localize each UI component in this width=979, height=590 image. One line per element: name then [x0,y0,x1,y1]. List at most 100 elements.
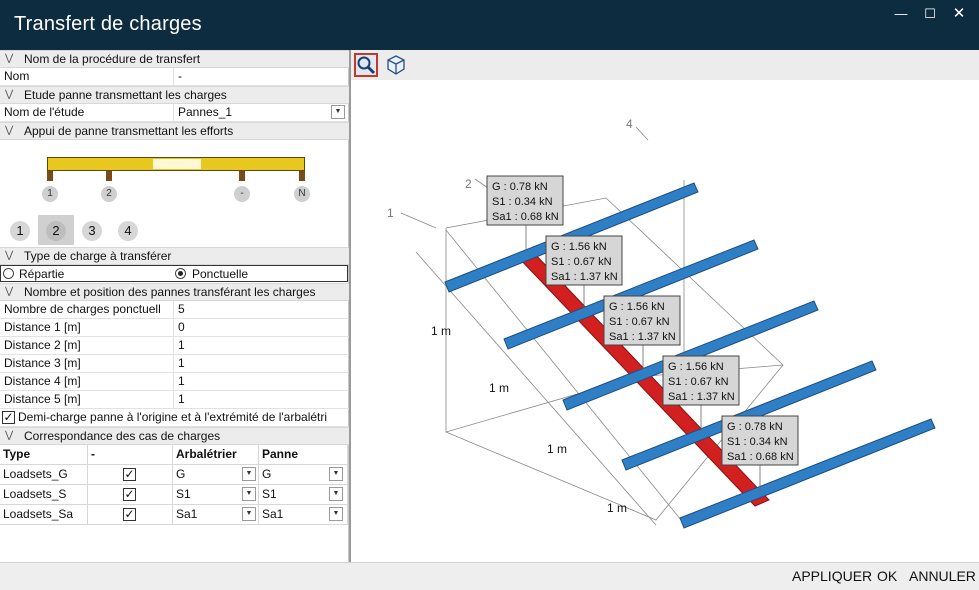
close-icon[interactable]: ✕ [946,4,972,24]
procedure-name-field[interactable]: - [178,68,182,85]
svg-text:Sa1 : 1.37 kN: Sa1 : 1.37 kN [668,391,735,403]
apply-button[interactable]: APPLIQUER [792,568,872,584]
window-title: Transfert de charges [14,13,202,35]
distance-3-field[interactable]: 1 [178,355,185,372]
svg-text:S1 : 0.67 kN: S1 : 0.67 kN [551,256,612,268]
arbaletrier-select[interactable]: S1 [176,487,191,501]
property-row-distance-5: Distance 5 [m] 1 [0,391,349,409]
svg-text:S1 : 0.67 kN: S1 : 0.67 kN [609,316,670,328]
support-marker: - [234,186,250,202]
view-3d-icon[interactable] [385,54,407,76]
property-label: Nom [4,69,30,83]
properties-panel: ⋁ Nom de la procédure de transfert Nom -… [0,50,349,562]
panne-select[interactable]: Sa1 [262,507,283,521]
dropdown-arrow-icon[interactable]: ▼ [329,507,343,521]
radio-label: Répartie [19,267,65,281]
chevron-collapse-icon[interactable]: ⋁ [5,248,13,264]
loadcase-checkbox[interactable]: ✓ [123,508,136,521]
distance-1-field[interactable]: 0 [178,319,185,336]
cancel-button[interactable]: ANNULER [909,568,976,584]
demi-charge-checkbox[interactable]: ✓ [2,411,15,424]
property-row-distance-2: Distance 2 [m] 1 [0,337,349,355]
chevron-collapse-icon[interactable]: ⋁ [5,284,13,300]
support-marker: 1 [42,186,58,202]
section-header-corr[interactable]: ⋁ Correspondance des cas de charges [0,427,349,445]
purlin-beam [679,418,936,529]
support-beam-diagram: 1 2 - N [0,140,349,215]
section-header-nombre[interactable]: ⋁ Nombre et position des pannes transfér… [0,283,349,301]
load-tooltip-5: G : 0.78 kN S1 : 0.34 kN Sa1 : 0.68 kN [721,415,799,466]
support-marker: N [294,186,310,202]
3d-viewport[interactable]: 1 2 4 1 m 1 m 1 m 1 m G : 0.78 kN S1 : 0… [351,80,979,562]
panne-select[interactable]: G [262,467,271,481]
section-title: Nombre et position des pannes transféran… [24,285,316,299]
dropdown-arrow-icon[interactable]: ▼ [331,105,345,119]
load-type-radio-group: Répartie Ponctuelle [0,265,348,282]
svg-text:G : 1.56 kN: G : 1.56 kN [609,301,665,313]
chevron-collapse-icon[interactable]: ⋁ [5,123,13,139]
property-row-nombre: Nombre de charges ponctuell 5 [0,301,349,319]
dialog-footer: APPLIQUER OK ANNULER [0,562,979,590]
minimize-icon[interactable]: — [888,4,914,24]
arbaletrier-select[interactable]: Sa1 [176,507,197,521]
panne-select[interactable]: S1 [262,487,277,501]
demi-charge-row: ✓ Demi-charge panne à l'origine et à l'e… [0,409,349,427]
section-header-type[interactable]: ⋁ Type de charge à transférer [0,247,349,265]
dropdown-arrow-icon[interactable]: ▼ [242,507,256,521]
load-tooltip-3: G : 1.56 kN S1 : 0.67 kN Sa1 : 1.37 kN [603,295,681,346]
svg-text:S1 : 0.67 kN: S1 : 0.67 kN [668,376,729,388]
radio-label: Ponctuelle [192,267,249,281]
distance-5-field[interactable]: 1 [178,391,185,408]
dropdown-arrow-icon[interactable]: ▼ [329,487,343,501]
property-row-distance-3: Distance 3 [m] 1 [0,355,349,373]
title-bar: Transfert de charges — ☐ ✕ [0,0,979,50]
axis-label: 4 [626,117,633,131]
section-title: Etude panne transmettant les charges [24,88,227,102]
support-marker: 2 [101,186,117,202]
arbaletrier-select[interactable]: G [176,467,185,481]
svg-text:Sa1 : 0.68 kN: Sa1 : 0.68 kN [727,451,794,463]
support-tab-3[interactable]: 3 [74,215,110,245]
axis-label: 1 [387,206,394,220]
dimension-label: 1 m [547,442,567,456]
axis-label: 2 [465,177,472,191]
loadcase-table: Type - Arbalétrier Panne Loadsets_G ✓ G ▼… [0,445,349,527]
distance-2-field[interactable]: 1 [178,337,185,354]
property-row-etude: Nom de l'étude Pannes_1 ▼ [0,104,349,122]
dropdown-arrow-icon[interactable]: ▼ [242,487,256,501]
radio-repartie[interactable] [3,268,14,279]
zoom-icon[interactable] [354,53,378,77]
support-tab-2[interactable]: 2 [38,215,74,245]
ok-button[interactable]: OK [877,568,897,584]
dropdown-arrow-icon[interactable]: ▼ [242,467,256,481]
distance-4-field[interactable]: 1 [178,373,185,390]
property-label: Nom de l'étude [4,105,85,119]
structure-drawing: 1 2 4 1 m 1 m 1 m 1 m G : 0.78 kN S1 : 0… [387,117,936,529]
section-header-proc[interactable]: ⋁ Nom de la procédure de transfert [0,50,349,68]
maximize-icon[interactable]: ☐ [917,4,943,24]
section-title: Appui de panne transmettant les efforts [24,124,234,138]
svg-text:Sa1 : 1.37 kN: Sa1 : 1.37 kN [551,271,618,283]
chevron-collapse-icon[interactable]: ⋁ [5,51,13,67]
section-title: Correspondance des cas de charges [24,429,221,443]
viewer-panel: 1 2 4 1 m 1 m 1 m 1 m G : 0.78 kN S1 : 0… [351,50,979,562]
nombre-charges-field[interactable]: 5 [178,301,185,318]
etude-select[interactable]: Pannes_1 [178,104,232,121]
radio-ponctuelle[interactable] [175,268,186,279]
chevron-collapse-icon[interactable]: ⋁ [5,428,13,444]
demi-charge-label: Demi-charge panne à l'origine et à l'ext… [18,410,328,424]
support-tab-1[interactable]: 1 [2,215,38,245]
property-row-nom: Nom - [0,68,349,86]
loadcase-checkbox[interactable]: ✓ [123,468,136,481]
dropdown-arrow-icon[interactable]: ▼ [329,467,343,481]
dimension-label: 1 m [489,381,509,395]
svg-text:Sa1 : 0.68 kN: Sa1 : 0.68 kN [492,211,559,223]
svg-text:Sa1 : 1.37 kN: Sa1 : 1.37 kN [609,331,676,343]
loadcase-checkbox[interactable]: ✓ [123,488,136,501]
section-header-etude[interactable]: ⋁ Etude panne transmettant les charges [0,86,349,104]
section-header-appui[interactable]: ⋁ Appui de panne transmettant les effort… [0,122,349,140]
load-tooltip-2: G : 1.56 kN S1 : 0.67 kN Sa1 : 1.37 kN [545,235,623,286]
dimension-label: 1 m [431,324,451,338]
support-tab-4[interactable]: 4 [110,215,146,245]
chevron-collapse-icon[interactable]: ⋁ [5,87,13,103]
